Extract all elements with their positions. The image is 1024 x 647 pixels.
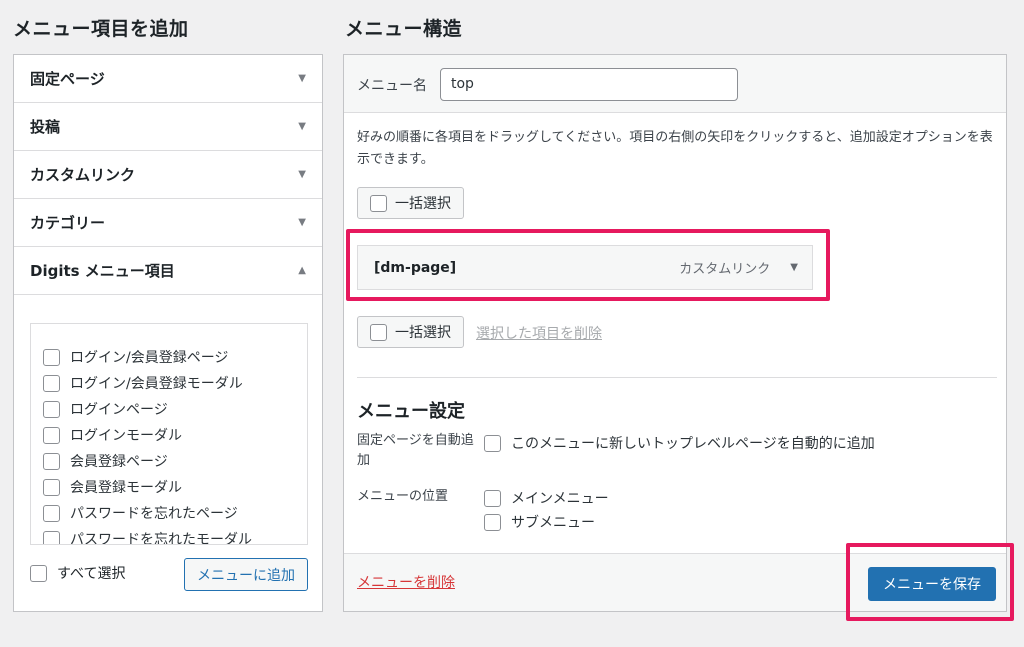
accordion-label: 投稿 bbox=[30, 118, 61, 136]
menu-item-title: [dm-page] bbox=[374, 259, 457, 276]
divider bbox=[357, 377, 997, 378]
select-all-checkbox[interactable] bbox=[30, 564, 47, 582]
bulk-select-label: 一括選択 bbox=[395, 325, 451, 341]
menu-name-bar: メニュー名 top bbox=[344, 55, 1006, 113]
caret-up-icon: ▲ bbox=[298, 265, 306, 276]
select-all-label: すべて選択 bbox=[57, 566, 126, 582]
select-all[interactable]: すべて選択 bbox=[30, 563, 125, 583]
list-item[interactable]: ログイン/会員登録モーダル bbox=[31, 370, 307, 396]
list-item[interactable]: パスワードを忘れたページ bbox=[31, 500, 307, 526]
list-item-label: ログインページ bbox=[70, 402, 168, 418]
menu-settings-title: メニュー設定 bbox=[357, 401, 465, 422]
list-item-label: ログインモーダル bbox=[70, 428, 182, 444]
menu-name-label: メニュー名 bbox=[357, 78, 427, 94]
list-item[interactable]: 会員登録モーダル bbox=[31, 474, 307, 500]
checkbox[interactable] bbox=[43, 426, 60, 444]
menu-structure-panel: メニュー名 top 好みの順番に各項目をドラッグしてください。項目の右側の矢印を… bbox=[343, 54, 1007, 612]
accordion-label: 固定ページ bbox=[30, 70, 105, 88]
caret-down-icon: ▼ bbox=[298, 121, 306, 132]
location-main-menu[interactable]: メインメニュー bbox=[484, 488, 609, 508]
checkbox[interactable] bbox=[43, 504, 60, 522]
checkbox[interactable] bbox=[484, 434, 501, 452]
accordion-posts[interactable]: 投稿 ▼ bbox=[14, 103, 322, 151]
instructions-text: 好みの順番に各項目をドラッグしてください。項目の右側の矢印をクリックすると、追加… bbox=[357, 130, 993, 167]
bulk-select-button-top[interactable]: 一括選択 bbox=[357, 187, 464, 219]
auto-add-label: 固定ページを自動追加 bbox=[357, 433, 474, 468]
accordion-label: カスタムリンク bbox=[30, 166, 136, 184]
add-menu-items-title: メニュー項目を追加 bbox=[13, 18, 189, 40]
list-item-label: パスワードを忘れたページ bbox=[70, 506, 238, 522]
list-item-label: ログイン/会員登録モーダル bbox=[70, 376, 243, 392]
bulk-select-label: 一括選択 bbox=[395, 196, 451, 212]
location-label: メインメニュー bbox=[511, 491, 609, 507]
list-item-label: 会員登録ページ bbox=[70, 454, 168, 470]
menu-structure-title: メニュー構造 bbox=[345, 18, 463, 40]
delete-selected-link[interactable]: 選択した項目を削除 bbox=[476, 323, 602, 343]
list-item[interactable]: 会員登録ページ bbox=[31, 448, 307, 474]
list-item-label: 会員登録モーダル bbox=[70, 480, 182, 496]
menu-item-dm-page[interactable]: [dm-page] カスタムリンク ▼ bbox=[357, 245, 813, 290]
accordion-custom-links[interactable]: カスタムリンク ▼ bbox=[14, 151, 322, 199]
accordion-digits[interactable]: Digits メニュー項目 ▲ bbox=[14, 247, 322, 295]
list-item[interactable]: ログイン/会員登録ページ bbox=[31, 344, 307, 370]
menu-footer-bar: メニューを削除 メニューを保存 bbox=[344, 553, 1006, 611]
checkbox[interactable] bbox=[43, 348, 60, 366]
accordion-categories[interactable]: カテゴリー ▼ bbox=[14, 199, 322, 247]
caret-down-icon[interactable]: ▼ bbox=[790, 262, 798, 273]
save-menu-button[interactable]: メニューを保存 bbox=[868, 567, 996, 601]
list-item-label: ログイン/会員登録ページ bbox=[70, 350, 229, 366]
accordion-label: Digits メニュー項目 bbox=[30, 262, 175, 280]
caret-down-icon: ▼ bbox=[298, 169, 306, 180]
digits-items-list[interactable]: ログイン/会員登録ページ ログイン/会員登録モーダル ログインページ ログインモ… bbox=[30, 323, 308, 545]
menu-item-type-label: カスタムリンク bbox=[679, 262, 771, 277]
caret-down-icon: ▼ bbox=[298, 73, 306, 84]
checkbox[interactable] bbox=[43, 374, 60, 392]
checkbox[interactable] bbox=[484, 513, 501, 531]
list-item[interactable]: パスワードを忘れたモーダル bbox=[31, 526, 307, 545]
checkbox[interactable] bbox=[43, 400, 60, 418]
checkbox[interactable] bbox=[484, 489, 501, 507]
digits-accordion-body: ログイン/会員登録ページ ログイン/会員登録モーダル ログインページ ログインモ… bbox=[14, 293, 322, 613]
checkbox[interactable] bbox=[43, 452, 60, 470]
list-item[interactable]: ログインモーダル bbox=[31, 422, 307, 448]
bulk-select-button-bottom[interactable]: 一括選択 bbox=[357, 316, 464, 348]
location-sub-menu[interactable]: サブメニュー bbox=[484, 512, 595, 532]
list-item-label: パスワードを忘れたモーダル bbox=[70, 532, 252, 545]
checkbox[interactable] bbox=[370, 323, 387, 341]
accordion-pages[interactable]: 固定ページ ▼ bbox=[14, 55, 322, 103]
menu-item-type: カスタムリンク ▼ bbox=[679, 258, 798, 277]
checkbox[interactable] bbox=[370, 194, 387, 212]
caret-down-icon: ▼ bbox=[298, 217, 306, 228]
menu-name-input[interactable]: top bbox=[440, 68, 738, 101]
add-menu-items-panel: 固定ページ ▼ 投稿 ▼ カスタムリンク ▼ カテゴリー ▼ Digits メニ… bbox=[13, 54, 323, 612]
auto-add-option-label: このメニューに新しいトップレベルページを自動的に追加 bbox=[511, 436, 875, 452]
location-label: サブメニュー bbox=[511, 515, 595, 531]
list-item[interactable]: ログインページ bbox=[31, 396, 307, 422]
auto-add-option[interactable]: このメニューに新しいトップレベルページを自動的に追加 bbox=[484, 433, 875, 453]
checkbox[interactable] bbox=[43, 530, 60, 544]
checkbox[interactable] bbox=[43, 478, 60, 496]
menu-location-label: メニューの位置 bbox=[357, 489, 449, 504]
accordion-label: カテゴリー bbox=[30, 214, 106, 232]
add-to-menu-button[interactable]: メニューに追加 bbox=[184, 558, 308, 591]
delete-menu-link[interactable]: メニューを削除 bbox=[357, 572, 455, 592]
